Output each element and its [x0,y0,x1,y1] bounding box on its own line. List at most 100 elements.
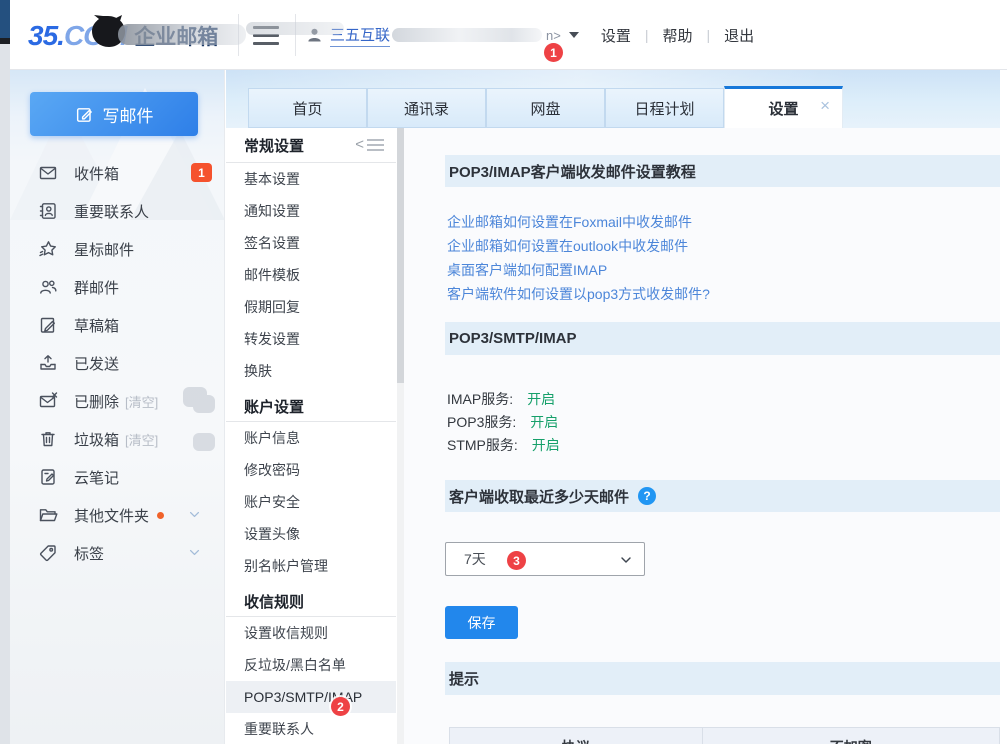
account-dropdown-caret-icon[interactable] [569,32,579,38]
note-icon [38,467,58,487]
tutorial-link-foxmail[interactable]: 企业邮箱如何设置在Foxmail中收发邮件 [447,210,1000,234]
fetch-days-select[interactable]: 7天 [445,542,645,576]
tips-table: 协议 不加密 [449,727,1000,744]
logo-redaction-blur-2 [246,22,344,35]
topbar-menu: 设置 | 帮助 | 退出 [599,25,756,46]
cloud-overlay-icon-2 [183,425,215,453]
mail-sidebar: 写邮件 收件箱 1 重要联系人 星标邮件 [10,70,225,744]
protocol-column-header: 协议 [450,728,703,744]
services-status-list: IMAP服务: 开启 POP3服务: 开启 STMP服务: 开启 [447,387,1000,456]
unencrypted-column-header: 不加密 [703,728,999,744]
logo-text-35: 35. [28,20,64,52]
tutorial-links: 企业邮箱如何设置在Foxmail中收发邮件 企业邮箱如何设置在outlook中收… [447,210,1000,306]
nav-item-mail-templates[interactable]: 邮件模板 [244,259,396,291]
background-window-sliver [0,0,10,744]
collapse-nav-icon[interactable]: < [355,136,384,154]
tab-calendar[interactable]: 日程计划 [605,88,724,128]
logout-link[interactable]: 退出 [722,25,756,46]
sidebar-item-sent[interactable]: 已发送 [10,344,225,382]
top-bar: 35.COM 企业邮箱 三五互联 n> 设置 | 帮助 [10,0,1007,70]
sidebar-item-starred[interactable]: 星标邮件 [10,230,225,268]
save-button[interactable]: 保存 [445,606,518,639]
nav-item-account-info[interactable]: 账户信息 [244,422,396,454]
draft-icon [38,315,58,335]
chevron-down-icon[interactable] [188,508,201,521]
select-chevron-icon [618,552,634,568]
deleted-envelope-icon [38,391,58,411]
nav-item-forwarding[interactable]: 转发设置 [244,323,396,355]
nav-item-avatar[interactable]: 设置头像 [244,518,396,550]
sidebar-item-tags[interactable]: 标签 [10,534,225,572]
nav-item-notification-settings[interactable]: 通知设置 [244,195,396,227]
nav-item-change-password[interactable]: 修改密码 [244,454,396,486]
nav-item-signature-settings[interactable]: 签名设置 [244,227,396,259]
tab-netdisk[interactable]: 网盘 [486,88,605,128]
sidebar-item-drafts[interactable]: 草稿箱 [10,306,225,344]
envelope-icon [38,163,58,183]
compose-button[interactable]: 写邮件 [30,92,198,136]
nav-item-alias-accounts[interactable]: 别名帐户管理 [244,550,396,582]
empty-deleted-link[interactable]: [清空] [125,392,158,411]
sidebar-item-group-mail[interactable]: 群邮件 [10,268,225,306]
step-badge-2: 2 [331,697,350,716]
sidebar-item-important-contacts[interactable]: 重要联系人 [10,192,225,230]
new-mail-dot [157,512,164,519]
user-account-area: 三五互联 n> 设置 | 帮助 | 退出 [306,0,756,70]
sidebar-item-deleted[interactable]: 已删除 [清空] [10,382,225,420]
nav-group-general: 常规设置 < [244,128,396,162]
nav-group-receiving-rules: 收信规则 [244,586,396,616]
cloud-overlay-icon [183,387,215,415]
nav-item-skin[interactable]: 换肤 [244,355,396,387]
nav-item-receiving-rules[interactable]: 设置收信规则 [244,617,396,649]
tips-table-header-row: 协议 不加密 [450,728,999,744]
tab-settings[interactable]: 设置 × [724,86,843,128]
user-name-suffix: n> [546,28,561,43]
help-link[interactable]: 帮助 [661,25,695,46]
chevron-down-icon-2[interactable] [188,546,201,559]
trash-icon [38,429,58,449]
tab-home[interactable]: 首页 [248,88,367,128]
nav-item-important-contacts[interactable]: 重要联系人 [244,713,396,744]
nav-item-pop3-smtp-imap[interactable]: POP3/SMTP/IMAP [226,681,396,713]
nav-item-antispam-lists[interactable]: 反垃圾/黑白名单 [244,649,396,681]
tutorial-link-imap[interactable]: 桌面客户端如何配置IMAP [447,258,1000,282]
sidebar-item-other-folders[interactable]: 其他文件夹 [10,496,225,534]
topbar-divider-2 [295,14,296,56]
empty-junk-link[interactable]: [清空] [125,430,158,449]
tutorial-link-pop3[interactable]: 客户端软件如何设置以pop3方式收发邮件? [447,282,1000,306]
sidebar-folder-list: 收件箱 1 重要联系人 星标邮件 群邮件 [10,154,225,572]
sent-icon [38,353,58,373]
fetch-days-section-header: 客户端收取最近多少天邮件 ? [445,480,1000,512]
folder-icon [38,505,58,525]
help-icon[interactable]: ? [638,487,656,505]
compose-label: 写邮件 [103,102,154,127]
settings-link[interactable]: 设置 [599,25,633,46]
nav-item-vacation-reply[interactable]: 假期回复 [244,291,396,323]
nav-item-basic-settings[interactable]: 基本设置 [244,163,396,195]
star-icon [38,239,58,259]
imap-enabled-link[interactable]: 开启 [527,389,555,409]
tutorial-link-outlook[interactable]: 企业邮箱如何设置在outlook中收发邮件 [447,234,1000,258]
fetch-days-selected-value: 7天 [464,549,486,569]
sidebar-item-inbox[interactable]: 收件箱 1 [10,154,225,192]
services-section-header: POP3/SMTP/IMAP [445,322,1000,355]
settings-content: POP3/IMAP客户端收发邮件设置教程 企业邮箱如何设置在Foxmail中收发… [404,128,1000,744]
pop3-service-row: POP3服务: 开启 [447,410,1000,433]
user-name-redaction-blur [392,28,542,42]
nav-item-account-security[interactable]: 账户安全 [244,486,396,518]
nav-scrollbar[interactable] [397,128,404,744]
close-tab-icon[interactable]: × [820,97,830,114]
group-icon [38,277,58,297]
settings-nav: 常规设置 < 基本设置 通知设置 签名设置 邮件模板 假期回复 转发设置 换肤 … [226,128,396,744]
tips-section-header: 提示 [445,662,1000,695]
pop3-enabled-link[interactable]: 开启 [530,412,558,432]
tab-contacts[interactable]: 通讯录 [367,88,486,128]
logo-redaction-blur [118,24,246,45]
brand-logo: 35.COM 企业邮箱 [28,18,218,54]
sidebar-item-junk[interactable]: 垃圾箱 [清空] [10,420,225,458]
nav-group-account: 账户设置 [244,391,396,421]
content-scrollbar-track[interactable] [1000,70,1007,744]
sidebar-item-cloud-notes[interactable]: 云笔记 [10,458,225,496]
smtp-enabled-link[interactable]: 开启 [532,435,560,455]
nav-scrollbar-thumb[interactable] [397,128,404,383]
